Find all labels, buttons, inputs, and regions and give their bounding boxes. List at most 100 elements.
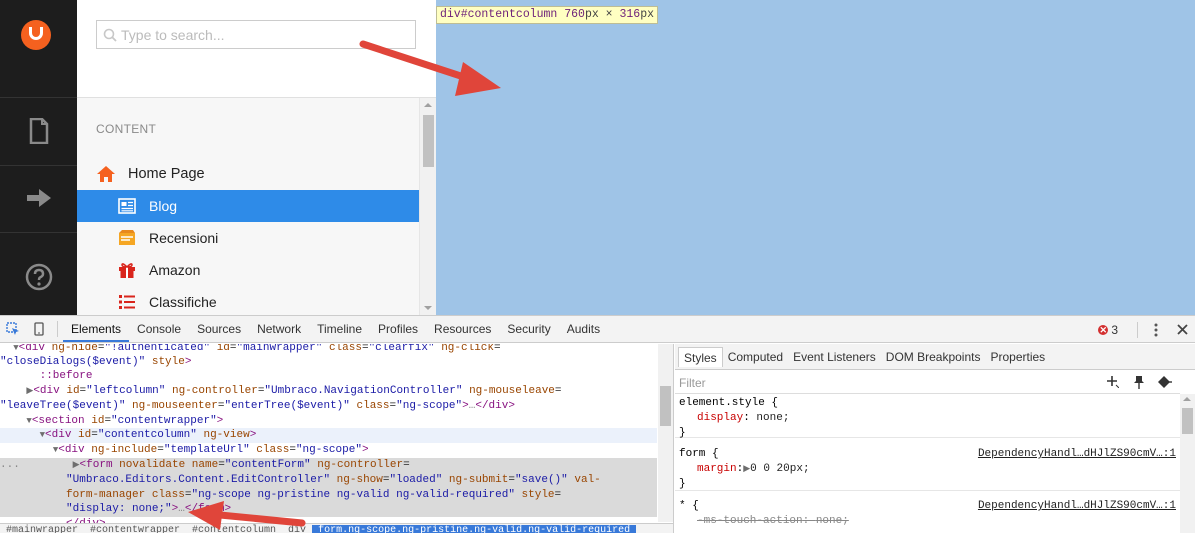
inspect-element-button[interactable]	[0, 316, 26, 342]
scroll-up-icon[interactable]	[424, 103, 432, 107]
tab-profiles[interactable]: Profiles	[370, 316, 426, 342]
device-mode-button[interactable]	[26, 316, 52, 342]
content-tree-panel: CONTENT Home Page Blog Recensioni Amazon…	[77, 0, 436, 315]
style-property-overridden[interactable]: -ms-touch-action: none;	[679, 514, 1180, 529]
styles-tabs: Styles Computed Event Listeners DOM Brea…	[675, 344, 1195, 370]
kebab-menu-icon	[1154, 323, 1158, 336]
divider	[0, 232, 77, 233]
search-area	[77, 0, 436, 98]
tab-event-listeners[interactable]: Event Listeners	[788, 347, 881, 367]
tree-item-classifiche[interactable]: Classifiche	[77, 286, 419, 315]
styles-sidebar: Styles Computed Event Listeners DOM Brea…	[675, 344, 1195, 533]
scroll-thumb[interactable]	[660, 386, 671, 426]
style-property[interactable]: margin:▶0 0 20px;	[679, 462, 1180, 477]
tab-console[interactable]: Console	[129, 316, 189, 342]
umbraco-logo[interactable]	[21, 20, 51, 50]
search-box	[96, 20, 416, 49]
breadcrumb-item-active[interactable]: form.ng-scope.ng-pristine.ng-valid.ng-va…	[312, 525, 637, 533]
devtools-panel: Elements Console Sources Network Timelin…	[0, 315, 1195, 533]
search-input[interactable]	[121, 25, 401, 45]
dom-node-form-selected[interactable]: ... ▶<form novalidate name="contentForm"…	[0, 458, 657, 473]
scroll-down-icon[interactable]	[424, 306, 432, 310]
dom-node-continuation: "display: none;">…</form>	[0, 502, 657, 517]
dom-node-before[interactable]: ::before	[0, 369, 657, 384]
styles-filter-input[interactable]	[679, 374, 1079, 391]
more-options-button[interactable]	[1143, 317, 1169, 343]
list-icon	[117, 292, 137, 312]
scroll-thumb[interactable]	[1182, 408, 1193, 434]
toolbar-separator	[57, 321, 58, 337]
plus-icon	[1107, 376, 1119, 388]
error-counter[interactable]: ✕ 3	[1098, 323, 1118, 337]
elements-scrollbar[interactable]	[658, 344, 673, 522]
styles-scrollbar[interactable]	[1180, 394, 1195, 533]
tree-item-label: Home Page	[128, 166, 205, 182]
breadcrumb-item[interactable]: #contentcolumn	[186, 525, 282, 533]
dom-node-continuation: "closeDialogs($event)" style>	[0, 356, 192, 368]
dom-node-contentwrapper[interactable]: ▼<section id="contentwrapper">	[0, 414, 657, 429]
rule-close: }	[679, 427, 686, 439]
tab-properties[interactable]: Properties	[985, 347, 1050, 367]
blog-icon	[117, 196, 137, 216]
styles-filter-row	[675, 371, 1180, 394]
element-inspect-tooltip: div#contentcolumn 760px × 316px	[436, 6, 659, 24]
error-icon: ✕	[1098, 324, 1109, 335]
tab-audits[interactable]: Audits	[559, 316, 608, 342]
help-button[interactable]	[0, 244, 77, 310]
scroll-thumb[interactable]	[423, 115, 434, 167]
tab-resources[interactable]: Resources	[426, 316, 499, 342]
pin-icon	[1134, 375, 1144, 389]
forward-section-button[interactable]	[0, 165, 77, 231]
mobile-device-icon	[34, 322, 44, 336]
arrow-right-icon	[26, 189, 51, 207]
tab-styles[interactable]: Styles	[678, 346, 723, 367]
element-state-button[interactable]	[1126, 373, 1152, 391]
filter-actions	[1100, 373, 1178, 391]
tab-security[interactable]: Security	[499, 316, 558, 342]
expand-triangle-icon: ▶	[72, 460, 80, 470]
tree-item-recensioni[interactable]: Recensioni	[77, 222, 419, 254]
search-icon	[103, 28, 117, 42]
breadcrumb-item[interactable]: #mainwrapper	[0, 525, 84, 533]
dom-node-ng-include[interactable]: ▼<div ng-include="templateUrl" class="ng…	[0, 443, 657, 458]
content-section-button[interactable]	[0, 98, 77, 164]
home-icon	[96, 164, 116, 184]
tree-scrollbar[interactable]	[419, 98, 436, 315]
style-rule-form: form { DependencyHandl…dHJlZS90cmV…:1 ma…	[675, 447, 1180, 491]
elements-dom-tree: ▼<div ng-hide="!authenticated" id="mainw…	[0, 344, 674, 533]
error-count: 3	[1111, 322, 1118, 337]
dom-node-contentcolumn[interactable]: ▼<div id="contentcolumn" ng-view>	[0, 428, 657, 443]
breadcrumb-item[interactable]: #contentwrapper	[84, 525, 186, 533]
dom-node-continuation: "Umbraco.Editors.Content.EditController"…	[0, 473, 657, 488]
breadcrumb-item[interactable]: div	[282, 525, 312, 533]
new-style-rule-button[interactable]	[1100, 373, 1126, 391]
tab-elements[interactable]: Elements	[63, 316, 130, 342]
tree-item-home-page[interactable]: Home Page	[77, 158, 419, 190]
umbraco-backoffice: CONTENT Home Page Blog Recensioni Amazon…	[0, 0, 1195, 315]
rule-source-link[interactable]: DependencyHandl…dHJlZS90cmV…:1	[978, 447, 1176, 462]
tab-sources[interactable]: Sources	[189, 316, 249, 342]
tree-item-amazon[interactable]: Amazon	[77, 254, 419, 286]
tab-dom-breakpoints[interactable]: DOM Breakpoints	[881, 347, 986, 367]
tree-item-label: Classifiche	[149, 294, 217, 310]
tree-item-label: Amazon	[149, 262, 201, 278]
toolbar-right: ✕ 3	[1098, 316, 1195, 343]
section-label: CONTENT	[96, 122, 157, 136]
color-format-button[interactable]	[1152, 373, 1178, 391]
recensioni-icon	[117, 228, 137, 248]
content-column-highlight	[436, 0, 1195, 315]
tab-timeline[interactable]: Timeline	[309, 316, 370, 342]
tree-item-blog[interactable]: Blog	[77, 190, 419, 222]
dom-breadcrumb: #mainwrapper #contentwrapper #contentcolum…	[0, 523, 673, 533]
scroll-up-icon[interactable]	[1183, 397, 1191, 401]
style-property[interactable]: display: none;	[679, 411, 1180, 426]
tab-computed[interactable]: Computed	[723, 347, 788, 367]
dom-node-continuation: form-manager class="ng-scope ng-pristine…	[0, 488, 657, 503]
dom-node-leftcolumn[interactable]: ▶<div id="leftcolumn" ng-controller="Umb…	[0, 384, 657, 399]
tab-network[interactable]: Network	[249, 316, 309, 342]
close-devtools-button[interactable]	[1169, 317, 1195, 343]
tree-item-label: Recensioni	[149, 230, 219, 246]
rule-source-link[interactable]: DependencyHandl…dHJlZS90cmV…:1	[978, 499, 1176, 514]
close-icon	[1176, 324, 1188, 335]
rule-selector[interactable]: element.style {	[679, 396, 1180, 411]
